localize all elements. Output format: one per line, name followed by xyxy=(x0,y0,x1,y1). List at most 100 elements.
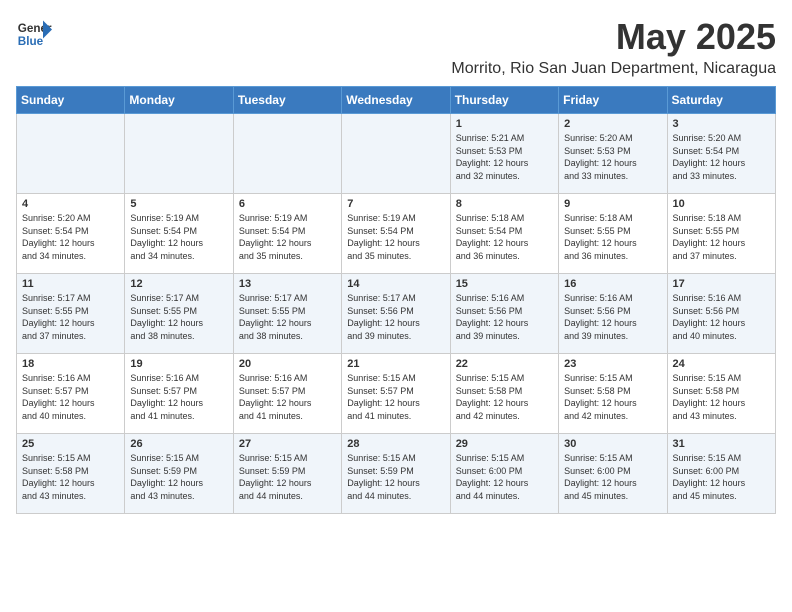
calendar-week-row: 1 Sunrise: 5:21 AM Sunset: 5:53 PM Daylig… xyxy=(17,114,776,194)
day-number: 28 xyxy=(347,438,444,450)
day-info: Sunrise: 5:20 AM Sunset: 5:53 PM Dayligh… xyxy=(564,132,661,182)
day-info: Sunrise: 5:15 AM Sunset: 5:59 PM Dayligh… xyxy=(239,452,336,502)
calendar-cell: 3 Sunrise: 5:20 AM Sunset: 5:54 PM Daylig… xyxy=(667,114,775,194)
day-info: Sunrise: 5:16 AM Sunset: 5:56 PM Dayligh… xyxy=(673,292,770,342)
day-info: Sunrise: 5:15 AM Sunset: 5:59 PM Dayligh… xyxy=(347,452,444,502)
day-info: Sunrise: 5:16 AM Sunset: 5:57 PM Dayligh… xyxy=(239,372,336,422)
day-info: Sunrise: 5:17 AM Sunset: 5:55 PM Dayligh… xyxy=(239,292,336,342)
col-header-friday: Friday xyxy=(559,87,667,114)
calendar-cell: 20 Sunrise: 5:16 AM Sunset: 5:57 PM Dayli… xyxy=(233,354,341,434)
calendar-week-row: 11Sunrise: 5:17 AM Sunset: 5:55 PM Dayli… xyxy=(17,274,776,354)
calendar-cell: 4 Sunrise: 5:20 AM Sunset: 5:54 PM Daylig… xyxy=(17,194,125,274)
header: General Blue May 2025 Morrito, Rio San J… xyxy=(16,16,776,78)
col-header-tuesday: Tuesday xyxy=(233,87,341,114)
calendar-cell: 31 Sunrise: 5:15 AM Sunset: 6:00 PM Dayli… xyxy=(667,434,775,514)
day-info: Sunrise: 5:18 AM Sunset: 5:54 PM Dayligh… xyxy=(456,212,553,262)
calendar-cell: 17 Sunrise: 5:16 AM Sunset: 5:56 PM Dayli… xyxy=(667,274,775,354)
calendar-week-row: 4 Sunrise: 5:20 AM Sunset: 5:54 PM Daylig… xyxy=(17,194,776,274)
calendar-header-row: SundayMondayTuesdayWednesdayThursdayFrid… xyxy=(17,87,776,114)
day-info: Sunrise: 5:19 AM Sunset: 5:54 PM Dayligh… xyxy=(130,212,227,262)
day-number: 31 xyxy=(673,438,770,450)
day-info: Sunrise: 5:15 AM Sunset: 6:00 PM Dayligh… xyxy=(564,452,661,502)
day-number: 21 xyxy=(347,358,444,370)
day-info: Sunrise: 5:20 AM Sunset: 5:54 PM Dayligh… xyxy=(22,212,119,262)
calendar-cell: 11Sunrise: 5:17 AM Sunset: 5:55 PM Dayli… xyxy=(17,274,125,354)
day-info: Sunrise: 5:16 AM Sunset: 5:57 PM Dayligh… xyxy=(22,372,119,422)
day-info: Sunrise: 5:16 AM Sunset: 5:56 PM Dayligh… xyxy=(564,292,661,342)
day-info: Sunrise: 5:18 AM Sunset: 5:55 PM Dayligh… xyxy=(564,212,661,262)
day-number: 20 xyxy=(239,358,336,370)
day-number: 13 xyxy=(239,278,336,290)
col-header-monday: Monday xyxy=(125,87,233,114)
day-info: Sunrise: 5:17 AM Sunset: 5:55 PM Dayligh… xyxy=(130,292,227,342)
day-number: 30 xyxy=(564,438,661,450)
logo: General Blue xyxy=(16,16,52,52)
day-number: 27 xyxy=(239,438,336,450)
calendar-cell: 15 Sunrise: 5:16 AM Sunset: 5:56 PM Dayli… xyxy=(450,274,558,354)
calendar-cell: 16Sunrise: 5:16 AM Sunset: 5:56 PM Dayli… xyxy=(559,274,667,354)
day-info: Sunrise: 5:15 AM Sunset: 6:00 PM Dayligh… xyxy=(456,452,553,502)
day-info: Sunrise: 5:15 AM Sunset: 5:58 PM Dayligh… xyxy=(673,372,770,422)
day-info: Sunrise: 5:18 AM Sunset: 5:55 PM Dayligh… xyxy=(673,212,770,262)
day-info: Sunrise: 5:15 AM Sunset: 5:58 PM Dayligh… xyxy=(22,452,119,502)
calendar-cell xyxy=(342,114,450,194)
col-header-wednesday: Wednesday xyxy=(342,87,450,114)
calendar-cell: 27 Sunrise: 5:15 AM Sunset: 5:59 PM Dayli… xyxy=(233,434,341,514)
calendar-cell: 26Sunrise: 5:15 AM Sunset: 5:59 PM Dayli… xyxy=(125,434,233,514)
subtitle: Morrito, Rio San Juan Department, Nicara… xyxy=(451,60,776,78)
logo-icon: General Blue xyxy=(16,16,52,52)
day-number: 8 xyxy=(456,198,553,210)
day-number: 5 xyxy=(130,198,227,210)
day-info: Sunrise: 5:16 AM Sunset: 5:56 PM Dayligh… xyxy=(456,292,553,342)
day-number: 3 xyxy=(673,118,770,130)
day-number: 18 xyxy=(22,358,119,370)
calendar-cell: 18 Sunrise: 5:16 AM Sunset: 5:57 PM Dayli… xyxy=(17,354,125,434)
day-info: Sunrise: 5:15 AM Sunset: 6:00 PM Dayligh… xyxy=(673,452,770,502)
calendar-cell: 10 Sunrise: 5:18 AM Sunset: 5:55 PM Dayli… xyxy=(667,194,775,274)
calendar-cell: 23Sunrise: 5:15 AM Sunset: 5:58 PM Dayli… xyxy=(559,354,667,434)
day-number: 10 xyxy=(673,198,770,210)
day-info: Sunrise: 5:19 AM Sunset: 5:54 PM Dayligh… xyxy=(347,212,444,262)
calendar-cell: 29 Sunrise: 5:15 AM Sunset: 6:00 PM Dayli… xyxy=(450,434,558,514)
calendar-cell: 28 Sunrise: 5:15 AM Sunset: 5:59 PM Dayli… xyxy=(342,434,450,514)
day-info: Sunrise: 5:15 AM Sunset: 5:59 PM Dayligh… xyxy=(130,452,227,502)
day-info: Sunrise: 5:16 AM Sunset: 5:57 PM Dayligh… xyxy=(130,372,227,422)
calendar-cell xyxy=(233,114,341,194)
day-number: 25 xyxy=(22,438,119,450)
day-info: Sunrise: 5:21 AM Sunset: 5:53 PM Dayligh… xyxy=(456,132,553,182)
col-header-thursday: Thursday xyxy=(450,87,558,114)
svg-text:Blue: Blue xyxy=(18,35,44,48)
day-info: Sunrise: 5:15 AM Sunset: 5:58 PM Dayligh… xyxy=(456,372,553,422)
day-number: 6 xyxy=(239,198,336,210)
calendar-cell: 1 Sunrise: 5:21 AM Sunset: 5:53 PM Daylig… xyxy=(450,114,558,194)
day-info: Sunrise: 5:17 AM Sunset: 5:56 PM Dayligh… xyxy=(347,292,444,342)
day-number: 12 xyxy=(130,278,227,290)
day-number: 1 xyxy=(456,118,553,130)
day-info: Sunrise: 5:17 AM Sunset: 5:55 PM Dayligh… xyxy=(22,292,119,342)
day-number: 19 xyxy=(130,358,227,370)
calendar-cell: 8 Sunrise: 5:18 AM Sunset: 5:54 PM Daylig… xyxy=(450,194,558,274)
calendar-cell: 30 Sunrise: 5:15 AM Sunset: 6:00 PM Dayli… xyxy=(559,434,667,514)
calendar-cell: 6Sunrise: 5:19 AM Sunset: 5:54 PM Daylig… xyxy=(233,194,341,274)
day-info: Sunrise: 5:20 AM Sunset: 5:54 PM Dayligh… xyxy=(673,132,770,182)
day-number: 4 xyxy=(22,198,119,210)
calendar-cell: 5 Sunrise: 5:19 AM Sunset: 5:54 PM Daylig… xyxy=(125,194,233,274)
calendar-cell: 2Sunrise: 5:20 AM Sunset: 5:53 PM Daylig… xyxy=(559,114,667,194)
day-number: 7 xyxy=(347,198,444,210)
day-number: 29 xyxy=(456,438,553,450)
day-number: 15 xyxy=(456,278,553,290)
calendar-cell: 21Sunrise: 5:15 AM Sunset: 5:57 PM Dayli… xyxy=(342,354,450,434)
calendar-cell: 7 Sunrise: 5:19 AM Sunset: 5:54 PM Daylig… xyxy=(342,194,450,274)
title-area: May 2025 Morrito, Rio San Juan Departmen… xyxy=(451,16,776,78)
day-number: 22 xyxy=(456,358,553,370)
calendar-cell: 9Sunrise: 5:18 AM Sunset: 5:55 PM Daylig… xyxy=(559,194,667,274)
day-number: 17 xyxy=(673,278,770,290)
calendar-cell: 22 Sunrise: 5:15 AM Sunset: 5:58 PM Dayli… xyxy=(450,354,558,434)
calendar-cell: 19 Sunrise: 5:16 AM Sunset: 5:57 PM Dayli… xyxy=(125,354,233,434)
col-header-sunday: Sunday xyxy=(17,87,125,114)
day-info: Sunrise: 5:15 AM Sunset: 5:58 PM Dayligh… xyxy=(564,372,661,422)
calendar-cell: 25 Sunrise: 5:15 AM Sunset: 5:58 PM Dayli… xyxy=(17,434,125,514)
calendar-table: SundayMondayTuesdayWednesdayThursdayFrid… xyxy=(16,86,776,514)
calendar-cell: 14Sunrise: 5:17 AM Sunset: 5:56 PM Dayli… xyxy=(342,274,450,354)
calendar-week-row: 25 Sunrise: 5:15 AM Sunset: 5:58 PM Dayli… xyxy=(17,434,776,514)
